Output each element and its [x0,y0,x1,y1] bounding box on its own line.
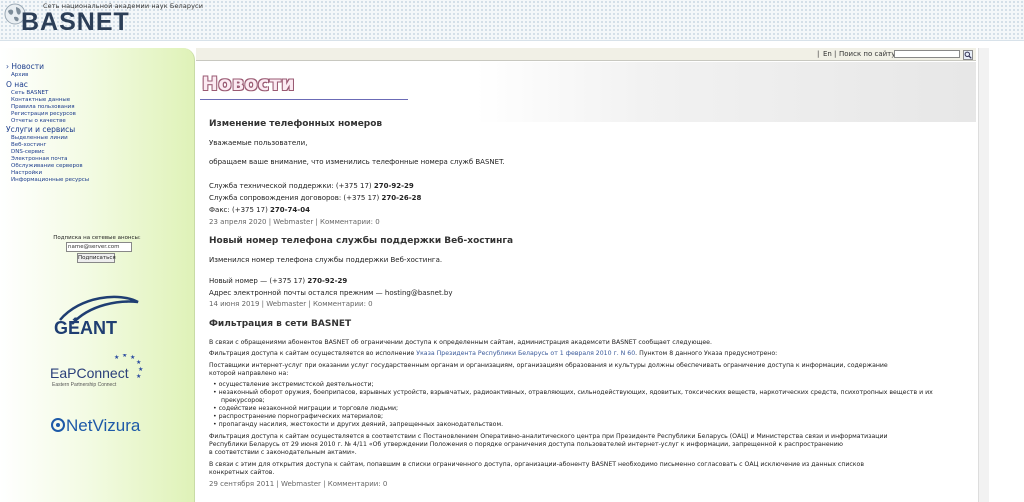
sidebar-item-hosting[interactable]: Веб-хостинг [11,142,46,148]
article-text-part: . Пунктом 8 данного Указа предусмотрено: [635,350,778,357]
sidebar-item-rules[interactable]: Правила пользования [11,104,75,110]
banner-background [476,62,976,122]
list-item: пропаганду насилия, жестокости и других … [213,421,503,428]
contact-line-support: Служба технической поддержки: (+375 17) … [209,182,414,190]
left-sidebar: Новости Архив О нас Сеть BASNET Контактн… [0,48,195,502]
netvizura-logo[interactable]: NetVizura [50,412,150,436]
article-title[interactable]: Изменение телефонных номеров [209,119,382,129]
sidebar-item-settings[interactable]: Настройки [11,170,42,176]
list-item: осуществление экстремистской деятельност… [213,381,374,388]
list-item: незаконный оборот оружия, боеприпасов, в… [213,389,933,396]
contact-label: Служба сопровождения договоров: (+375 17… [209,194,382,202]
sidebar-item-network[interactable]: Сеть BASNET [11,90,48,96]
article-text: Фильтрация доступа к сайтам осуществляет… [209,350,777,357]
article-text: Адрес электронной почты остался прежним … [209,289,453,297]
sidebar-item-archive[interactable]: Архив [11,72,28,78]
contact-phone: 270-92-29 [373,182,414,190]
top-bar: | En | Поиск по сайту: [196,48,976,61]
eapconnect-logo-text: EaPConnect [50,365,129,381]
main-content: Новости Изменение телефонных номеров Ува… [196,62,976,502]
search-input[interactable] [894,50,960,58]
contact-line-contracts: Служба сопровождения договоров: (+375 17… [209,194,421,202]
article-title[interactable]: Фильтрация в сети BASNET [209,319,351,329]
search-separator: | [834,50,837,58]
svg-text:★: ★ [130,354,135,361]
list-item: распространение порнографических материа… [213,413,384,420]
sidebar-item-services[interactable]: Услуги и сервисы [6,125,75,134]
subscribe-label: Подписка на сетевые анонсы: [53,235,141,241]
article-text: Изменился номер телефона службы поддержк… [209,256,443,264]
article-title[interactable]: Новый номер телефона службы поддержки Ве… [209,236,513,246]
search-label: Поиск по сайту: [839,50,898,58]
search-icon [964,51,972,59]
svg-text:★: ★ [138,366,143,373]
article-text: Уважаемые пользователи, [209,139,308,147]
article-meta[interactable]: 14 июня 2019 | Webmaster | Комментарии: … [209,300,373,308]
article-text: которой направлено на: [209,370,289,377]
list-item-continued: прекурсоров; [221,397,265,404]
search-button[interactable] [963,50,973,60]
support-phone: 270-92-29 [307,277,348,285]
contact-label: Факс: (+375 17) [209,206,271,214]
eapconnect-logo-subtext: Eastern Partnership Connect [52,382,117,388]
sidebar-item-leased-lines[interactable]: Выделенные линии [11,135,68,141]
svg-text:★: ★ [136,359,141,366]
article-text-part: Новый номер — (+375 17) [209,277,308,285]
geant-logo[interactable]: GÉANT [50,294,142,340]
sidebar-item-news[interactable]: Новости [6,62,44,71]
svg-text:★: ★ [114,354,119,361]
subscribe-email-input[interactable] [66,242,132,252]
svg-text:★: ★ [136,373,141,380]
article-meta[interactable]: 23 апреля 2020 | Webmaster | Комментарии… [209,218,380,226]
logo-text[interactable]: BASNET [21,8,130,36]
eapconnect-logo[interactable]: ★ ★ ★ ★★★ EaPConnect Eastern Partnership C… [48,354,146,390]
lang-separator: | [817,50,820,58]
article-meta[interactable]: 29 сентября 2011 | Webmaster | Комментар… [209,480,387,488]
contact-phone: 270-26-28 [381,194,422,202]
article-text: Республики Беларусь от 29 июня 2010 г. №… [209,441,843,448]
sidebar-item-servers[interactable]: Обслуживание серверов [11,163,83,169]
article-text: обращаем ваше внимание, что изменились т… [209,158,505,166]
sidebar-item-contacts[interactable]: Контактные данные [11,97,70,103]
contact-phone: 270-74-04 [270,206,310,214]
article-text: Новый номер — (+375 17) 270-92-29 [209,277,347,285]
netvizura-logo-text: NetVizura [66,416,141,435]
sidebar-item-quality[interactable]: Отчеты о качестве [11,118,66,124]
article-text: в соответствии с законодательным актами»… [209,449,357,456]
list-item: содействие незаконной миграции и торговл… [213,405,399,412]
sidebar-item-registration[interactable]: Регистрация ресурсов [11,111,76,117]
sidebar-item-dns[interactable]: DNS-сервис [11,149,45,155]
article-text: конкретных сайтов. [209,469,275,476]
title-underline [200,99,408,100]
contact-line-fax: Факс: (+375 17) 270-74-04 [209,206,310,214]
sidebar-item-email[interactable]: Электронная почта [11,156,68,162]
geant-logo-text: GÉANT [54,317,117,338]
article-text: В связи с обращениями абонентов BASNET о… [209,339,712,346]
page-title: Новости [202,73,296,95]
sidebar-item-info-resources[interactable]: Информационные ресурсы [11,177,89,183]
page-scrollbar[interactable] [978,48,989,502]
article-text-part: Фильтрация доступа к сайтам осуществляет… [209,350,417,357]
article-text: Поставщики интернет-услуг при оказании у… [209,362,888,369]
svg-text:★: ★ [122,354,127,359]
lang-switch-en[interactable]: En [823,48,832,60]
decree-link[interactable]: Указа Президента Республики Беларусь от … [416,350,635,357]
subscribe-button[interactable]: Подписаться [77,253,116,263]
site-header: Сеть национальной академии наук Беларуси… [0,0,1024,41]
article-text: Фильтрация доступа к сайтам осуществляет… [209,433,888,440]
article-text: В связи с этим для открытия доступа к са… [209,461,864,468]
contact-label: Служба технической поддержки: (+375 17) [209,182,374,190]
sidebar-item-about[interactable]: О нас [6,80,28,89]
